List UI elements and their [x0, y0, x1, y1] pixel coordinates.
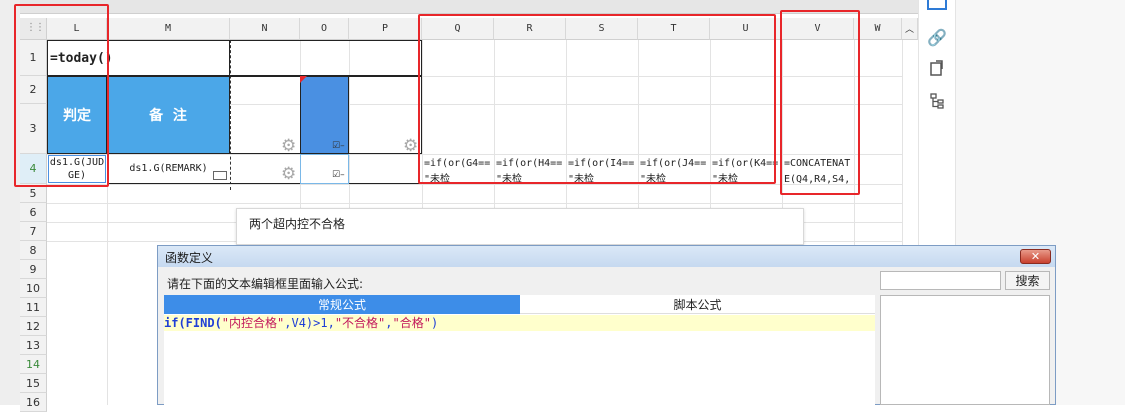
- cell-M2-remark-header[interactable]: 备 注: [107, 76, 230, 154]
- scroll-up-icon[interactable]: ︿: [902, 18, 918, 40]
- cell-attribute-icon[interactable]: [927, 0, 947, 10]
- row-header-6[interactable]: 6: [20, 203, 47, 222]
- formula-close: ): [430, 316, 439, 330]
- checkbox-widget-icon[interactable]: ☑–: [332, 141, 345, 151]
- formula-string: "内控合格": [221, 316, 285, 330]
- formula-function: if(FIND(: [164, 316, 222, 330]
- gridline: [47, 203, 902, 204]
- formula-text[interactable]: if(FIND("内控合格",V4)>1,"不合格","合格"): [164, 315, 438, 331]
- row-header-10[interactable]: 10: [20, 279, 47, 298]
- dropdown-item[interactable]: 两个超内控不合格: [249, 215, 345, 232]
- row-header-7[interactable]: 7: [20, 222, 47, 241]
- row-header-12[interactable]: 12: [20, 317, 47, 336]
- formula-string: "合格": [392, 316, 431, 330]
- formula-string: "不合格": [334, 316, 386, 330]
- gear-icon[interactable]: ⚙: [281, 137, 299, 155]
- cell-O4[interactable]: [300, 154, 349, 184]
- close-icon[interactable]: ✕: [1020, 249, 1051, 264]
- comment-marker-icon: [300, 76, 307, 83]
- copy-refresh-icon[interactable]: [926, 57, 948, 79]
- cell-N4[interactable]: [230, 154, 300, 184]
- row-header-9[interactable]: 9: [20, 260, 47, 279]
- cell-P4[interactable]: [349, 154, 422, 184]
- formula-comma: ,: [385, 316, 393, 330]
- column-header-M[interactable]: M: [107, 18, 230, 40]
- function-search-input[interactable]: [880, 271, 1001, 290]
- search-button[interactable]: 搜索: [1005, 271, 1050, 290]
- tree-structure-icon[interactable]: [926, 90, 948, 112]
- formula-args: ,V4)>1,: [284, 316, 335, 330]
- column-header-O[interactable]: O: [300, 18, 349, 40]
- row-header-8[interactable]: 8: [20, 241, 47, 260]
- gridline: [47, 184, 902, 185]
- dialog-instruction: 请在下面的文本编辑框里面输入公式:: [167, 277, 364, 291]
- autocomplete-dropdown[interactable]: 两个超内控不合格: [236, 208, 804, 245]
- row-header-13[interactable]: 13: [20, 336, 47, 355]
- row-header-15[interactable]: 15: [20, 374, 47, 393]
- row-header-14[interactable]: 14: [20, 355, 47, 374]
- row-header-16[interactable]: 16: [20, 393, 47, 412]
- column-header-W[interactable]: W: [854, 18, 902, 40]
- highlight-box-columns-Q-U: [418, 14, 776, 184]
- dialog-title-bar[interactable]: 函数定义: [158, 246, 1055, 267]
- text-widget-icon: [213, 171, 227, 180]
- dialog-title: 函数定义: [165, 251, 214, 265]
- highlight-box-column-L: [14, 4, 109, 187]
- tab-script-formula[interactable]: 脚本公式: [520, 295, 875, 314]
- highlight-box-column-V: [780, 10, 860, 195]
- cell-M4[interactable]: ds1.G(REMARK): [107, 154, 230, 184]
- hyperlink-icon[interactable]: 🔗: [926, 26, 948, 48]
- tab-regular-formula[interactable]: 常规公式: [164, 295, 520, 314]
- function-list[interactable]: [880, 295, 1050, 405]
- column-header-P[interactable]: P: [349, 18, 422, 40]
- column-header-N[interactable]: N: [230, 18, 300, 40]
- row-header-11[interactable]: 11: [20, 298, 47, 317]
